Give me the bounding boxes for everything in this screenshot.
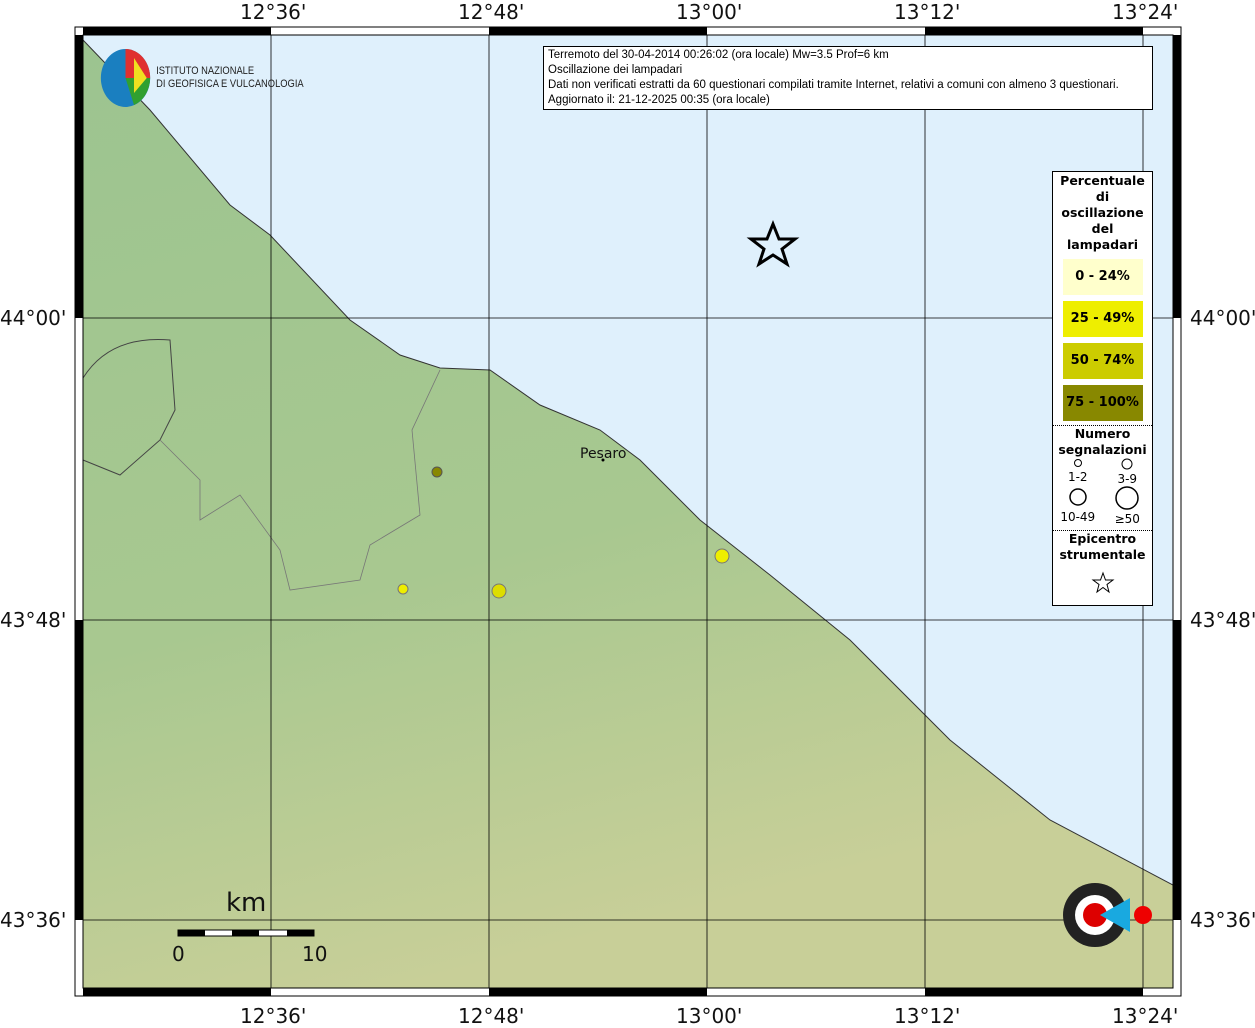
ingv-logo: ISTITUTO NAZIONALE DI GEOFISICA E VULCANO… [100,48,304,108]
size-label: 10-49 [1060,510,1096,524]
x-tick: 13°24' [1112,0,1179,24]
legend-class: 0 - 24% [1062,259,1143,295]
info-box: Terremoto del 30-04-2014 00:26:02 (ora l… [543,46,1153,110]
event-line: Terremoto del 30-04-2014 00:26:02 (ora l… [548,49,889,61]
legend-class: 50 - 74% [1062,343,1143,379]
x-tick: 12°36' [240,1004,307,1028]
epicenter-legend-title: Epicentro strumentale [1059,531,1146,562]
scale-start: 0 [172,942,185,966]
globe-icon [100,49,151,107]
scale-end: 10 [302,942,328,966]
size-label: ≥50 [1114,512,1140,526]
scale-bar [177,929,315,937]
update-line: Aggiornato il: 21-12-2025 00:35 (ora loc… [548,94,770,106]
y-tick: 43°48' [1190,608,1255,632]
size-legend-title: Numero segnalazioni [1058,426,1147,457]
legend-class: 25 - 49% [1062,301,1143,337]
legend-class: 75 - 100% [1062,385,1143,421]
x-tick: 13°00' [676,0,743,24]
logo-text: ISTITUTO NAZIONALE [156,65,255,77]
scale-unit: km [226,888,267,918]
y-tick: 43°48' [0,608,67,632]
observation-point [397,583,409,595]
legend: Percentuale di oscillazione del lampadar… [1052,171,1153,606]
city-label: Pesaro [580,446,627,462]
x-tick: 12°48' [458,1004,525,1028]
size-label: 3-9 [1117,472,1138,486]
x-tick: 12°36' [240,0,307,24]
observation-point [431,466,443,478]
x-tick: 13°12' [894,1004,961,1028]
data-note: Dati non verificati estratti da 60 quest… [548,79,1119,91]
y-tick: 43°36' [1190,908,1255,932]
x-tick: 13°00' [676,1004,743,1028]
legend-title: Percentuale di oscillazione del lampadar… [1060,173,1145,252]
x-tick: 12°48' [458,0,525,24]
x-tick: 13°24' [1112,1004,1179,1028]
star-icon [1091,571,1114,594]
logo-text: DI GEOFISICA E VULCANOLOGIA [156,78,304,90]
y-tick: 44°00' [1190,306,1255,330]
size-label: 1-2 [1067,470,1088,484]
observation-point [491,583,507,599]
y-tick: 43°36' [0,908,67,932]
observation-point [714,548,730,564]
x-tick: 13°12' [894,0,961,24]
y-tick: 44°00' [0,306,67,330]
map-title: Oscillazione dei lampadari [548,64,683,76]
